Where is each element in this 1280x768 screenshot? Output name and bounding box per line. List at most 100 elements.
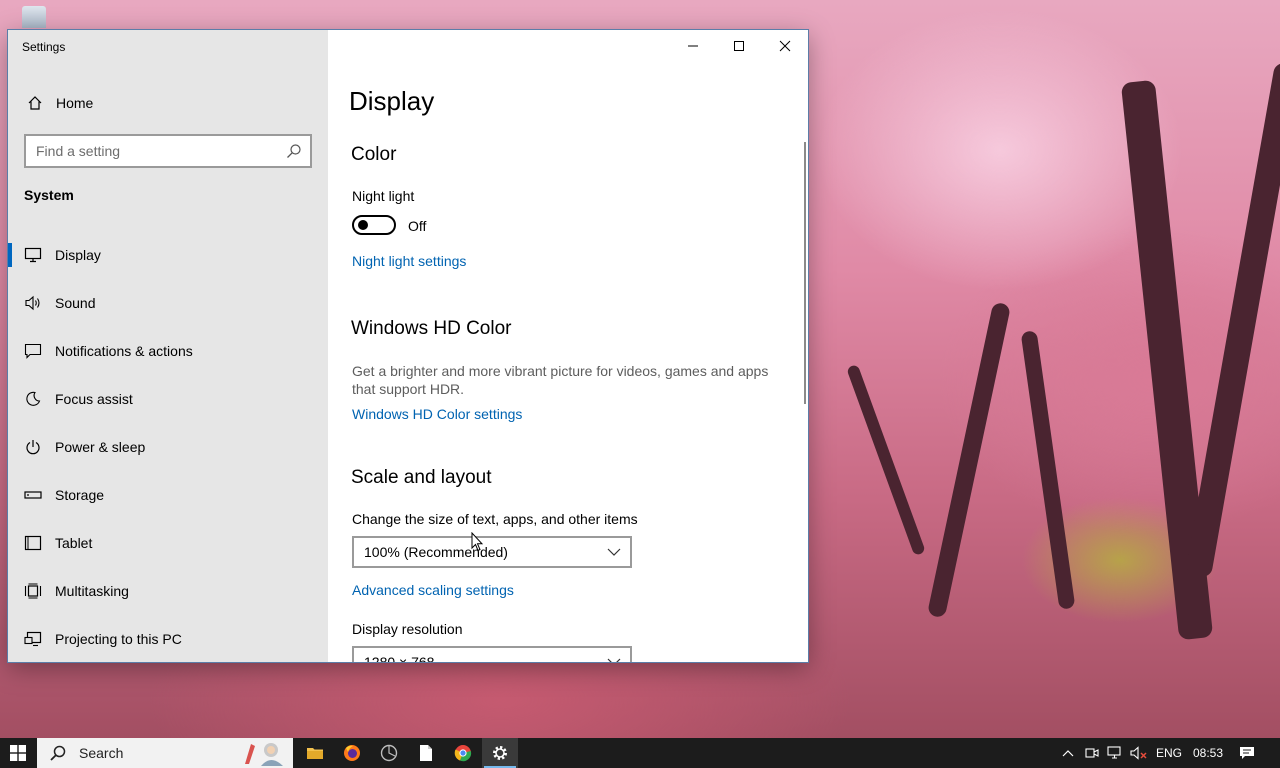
tray-overflow-button[interactable] xyxy=(1058,738,1078,768)
maximize-button[interactable] xyxy=(716,30,762,62)
taskbar-search-box[interactable]: Search xyxy=(37,738,293,768)
settings-icon xyxy=(493,746,507,760)
color-heading: Color xyxy=(351,144,397,165)
sidebar-item-sound[interactable]: Sound xyxy=(8,279,328,327)
resolution-dropdown-value: 1280 × 768 xyxy=(364,654,435,662)
tablet-icon xyxy=(24,534,42,552)
wallpaper-tree xyxy=(1020,330,1076,610)
sidebar-item-label: Multitasking xyxy=(55,583,129,599)
message-icon xyxy=(24,342,42,360)
sidebar: Settings Home System Display xyxy=(8,30,328,662)
taskbar-chrome[interactable] xyxy=(445,738,481,768)
hdr-description: Get a brighter and more vibrant picture … xyxy=(352,363,769,397)
search-box[interactable] xyxy=(24,134,312,168)
home-icon xyxy=(26,94,44,112)
scale-dropdown[interactable]: 100% (Recommended) xyxy=(352,536,632,568)
search-highlight-icon xyxy=(245,743,283,766)
sidebar-item-label: Tablet xyxy=(55,535,93,551)
sidebar-item-storage[interactable]: Storage xyxy=(8,471,328,519)
firefox-icon xyxy=(344,745,360,761)
chevron-down-icon xyxy=(607,548,621,556)
tray-meet-now[interactable] xyxy=(1082,738,1102,768)
advanced-scaling-link[interactable]: Advanced scaling settings xyxy=(352,582,514,598)
wallpaper-tree xyxy=(926,301,1012,619)
taskbar-notepad[interactable] xyxy=(408,738,444,768)
file-explorer-icon xyxy=(307,748,323,759)
maximize-icon xyxy=(734,41,744,51)
notepad-icon xyxy=(420,745,432,761)
page-title: Display xyxy=(349,86,435,116)
taskbar-file-explorer[interactable] xyxy=(297,738,333,768)
taskbar-settings[interactable] xyxy=(482,738,518,768)
action-center-icon xyxy=(1240,747,1254,759)
sidebar-item-label: Storage xyxy=(55,487,105,503)
sidebar-item-display[interactable]: Display xyxy=(8,231,328,279)
settings-window: Settings Home System Display xyxy=(8,30,808,662)
moon-icon xyxy=(24,390,42,408)
close-button[interactable] xyxy=(762,30,808,62)
multitasking-icon xyxy=(24,582,42,600)
sidebar-item-power-sleep[interactable]: Power & sleep xyxy=(8,423,328,471)
taskbar: Search ENG 08:53 xyxy=(0,738,1280,768)
nav-list: Display Sound Notifications & actions Fo… xyxy=(8,231,328,662)
resolution-dropdown[interactable]: 1280 × 768 xyxy=(352,646,632,662)
search-input[interactable] xyxy=(26,136,276,166)
night-light-settings-link[interactable]: Night light settings xyxy=(352,253,466,269)
tray-volume[interactable] xyxy=(1128,738,1150,768)
speaker-icon xyxy=(24,294,42,312)
power-icon xyxy=(24,438,42,456)
network-icon xyxy=(1107,746,1121,759)
camera-icon xyxy=(1085,748,1099,758)
content-pane: Display Color Night light Off Night ligh… xyxy=(328,30,808,662)
sidebar-item-label: Display xyxy=(55,247,101,263)
taskbar-media[interactable] xyxy=(371,738,407,768)
wallpaper-tree xyxy=(1185,61,1280,579)
tray-language[interactable]: ENG xyxy=(1152,738,1186,768)
hdr-heading: Windows HD Color xyxy=(351,318,512,339)
scale-size-label: Change the size of text, apps, and other… xyxy=(352,511,638,527)
volume-muted-icon xyxy=(1130,746,1147,760)
recycle-bin-icon[interactable] xyxy=(14,6,54,28)
minimize-button[interactable] xyxy=(670,30,716,62)
resolution-label: Display resolution xyxy=(352,621,463,637)
search-icon[interactable] xyxy=(286,143,302,159)
chevron-down-icon xyxy=(607,658,621,662)
sidebar-item-label: Sound xyxy=(55,295,96,311)
sidebar-item-label: Power & sleep xyxy=(55,439,146,455)
hdr-settings-link[interactable]: Windows HD Color settings xyxy=(352,406,522,422)
tray-clock[interactable]: 08:53 xyxy=(1188,738,1228,768)
taskbar-firefox[interactable] xyxy=(334,738,370,768)
night-light-label: Night light xyxy=(352,188,415,204)
storage-icon xyxy=(24,486,42,504)
sidebar-item-multitasking[interactable]: Multitasking xyxy=(8,567,328,615)
scale-heading: Scale and layout xyxy=(351,467,492,488)
windows-logo-icon xyxy=(10,745,26,761)
projector-icon xyxy=(24,630,42,648)
sidebar-item-projecting[interactable]: Projecting to this PC xyxy=(8,615,328,662)
window-title: Settings xyxy=(22,40,66,54)
taskbar-search-label: Search xyxy=(79,745,124,761)
mouse-cursor-icon xyxy=(471,532,483,552)
sidebar-item-tablet[interactable]: Tablet xyxy=(8,519,328,567)
scrollbar[interactable] xyxy=(804,142,806,404)
scale-dropdown-value: 100% (Recommended) xyxy=(364,544,508,560)
sidebar-item-label: Notifications & actions xyxy=(55,343,193,359)
toggle-knob xyxy=(358,220,368,230)
sidebar-item-notifications[interactable]: Notifications & actions xyxy=(8,327,328,375)
chrome-icon xyxy=(454,745,472,762)
chevron-up-icon xyxy=(1062,750,1074,757)
minimize-icon xyxy=(688,45,698,47)
section-label: System xyxy=(24,187,74,203)
media-icon xyxy=(380,744,398,762)
night-light-toggle[interactable] xyxy=(352,215,396,235)
tray-action-center[interactable] xyxy=(1234,738,1260,768)
night-light-state: Off xyxy=(408,218,427,234)
wallpaper-tree xyxy=(846,363,926,557)
start-button[interactable] xyxy=(0,738,36,768)
sidebar-item-focus-assist[interactable]: Focus assist xyxy=(8,375,328,423)
sidebar-item-label: Focus assist xyxy=(55,391,133,407)
tray-network[interactable] xyxy=(1104,738,1126,768)
sidebar-item-home[interactable]: Home xyxy=(8,86,328,120)
sidebar-item-label: Projecting to this PC xyxy=(55,631,182,647)
close-icon xyxy=(779,40,791,52)
